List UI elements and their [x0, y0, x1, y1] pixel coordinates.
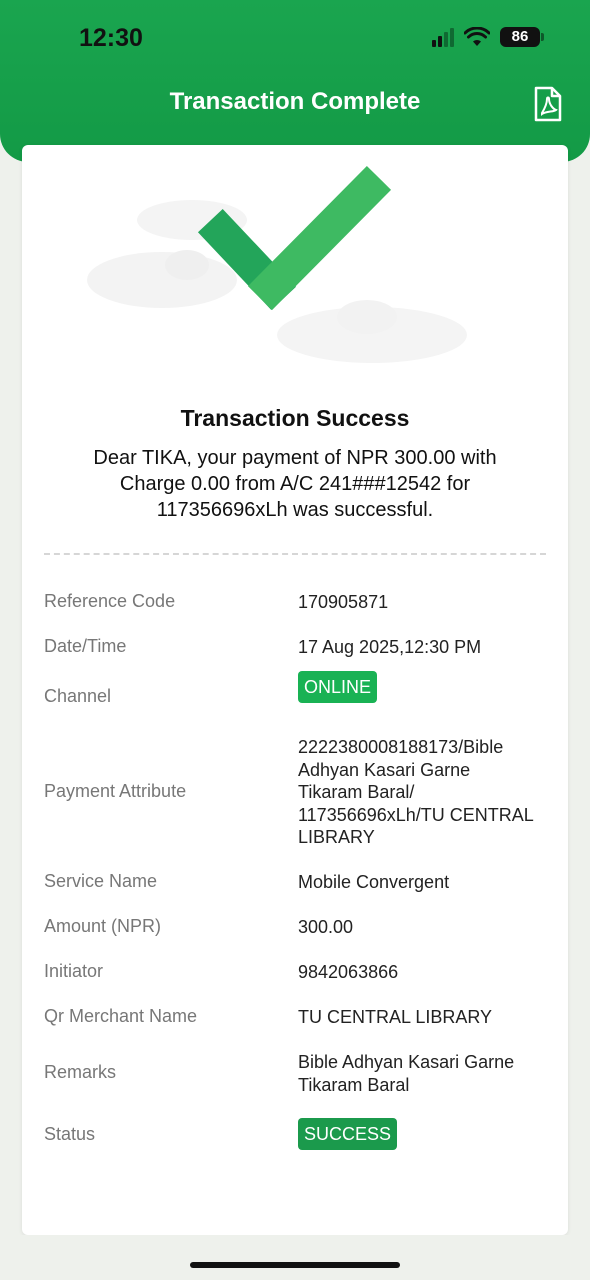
status-time: 12:30 [79, 24, 143, 52]
success-message-line: Charge 0.00 from A/C 241###12542 for [119, 473, 471, 495]
detail-value: 2222380008188173/Bible Adhyan Kasari Gar… [298, 736, 554, 849]
detail-value-line: 117356696xLh/TU CENTRAL [298, 804, 534, 825]
detail-value-line: Tikaram Baral [298, 1074, 410, 1095]
detail-label: Qr Merchant Name [44, 1006, 198, 1026]
detail-value: 17 Aug 2025,12:30 PM [298, 637, 482, 657]
detail-value: 300.00 [298, 917, 354, 937]
success-message: Dear TIKA, your payment of NPR 300.00 wi… [62, 445, 528, 523]
dashed-divider [44, 553, 546, 555]
pdf-file-icon[interactable] [532, 86, 564, 122]
detail-value: Mobile Convergent [298, 872, 450, 892]
detail-label: Reference Code [44, 591, 176, 611]
detail-label: Remarks [44, 1062, 117, 1082]
detail-value: ONLINE [298, 671, 554, 703]
channel-badge: ONLINE [298, 671, 378, 703]
detail-value-line: Bible Adhyan Kasari Garne [298, 1052, 515, 1072]
cellular-signal-icon [432, 27, 454, 47]
detail-value: 9842063866 [298, 962, 399, 982]
detail-value: SUCCESS [298, 1118, 554, 1150]
status-badge: SUCCESS [298, 1118, 398, 1150]
detail-value: 170905871 [298, 592, 389, 612]
page-title: Transaction Complete [169, 88, 421, 115]
home-indicator[interactable] [190, 1262, 400, 1268]
detail-label: Initiator [44, 961, 104, 981]
wifi-icon [464, 27, 490, 46]
detail-value: TU CENTRAL LIBRARY [298, 1007, 493, 1027]
success-message-line: 117356696xLh was successful. [156, 499, 434, 521]
bottom-bar [0, 1235, 590, 1280]
success-title: Transaction Success [180, 405, 410, 431]
detail-label: Date/Time [44, 636, 127, 656]
app-header: 12:30 86 Transaction Complete [0, 0, 590, 162]
detail-value-line: LIBRARY [298, 827, 375, 847]
status-icons: 86 [432, 27, 544, 47]
detail-label: Service Name [44, 871, 158, 891]
success-message-line: Dear TIKA, your payment of NPR 300.00 wi… [93, 447, 497, 469]
transaction-card: Transaction Success Dear TIKA, your paym… [22, 145, 568, 1235]
battery-icon: 86 [500, 27, 544, 47]
detail-label: Amount (NPR) [44, 916, 162, 936]
success-check-icon [87, 165, 467, 363]
detail-value: Bible Adhyan Kasari Garne Tikaram Baral [298, 1051, 554, 1096]
detail-value-line: Tikaram Baral/ [298, 782, 415, 802]
detail-value-line: 2222380008188173/Bible [298, 737, 504, 757]
detail-label: Payment Attribute [44, 781, 187, 801]
detail-label: Channel [44, 686, 112, 706]
detail-label: Status [44, 1124, 96, 1144]
detail-value-line: Adhyan Kasari Garne [298, 759, 471, 780]
